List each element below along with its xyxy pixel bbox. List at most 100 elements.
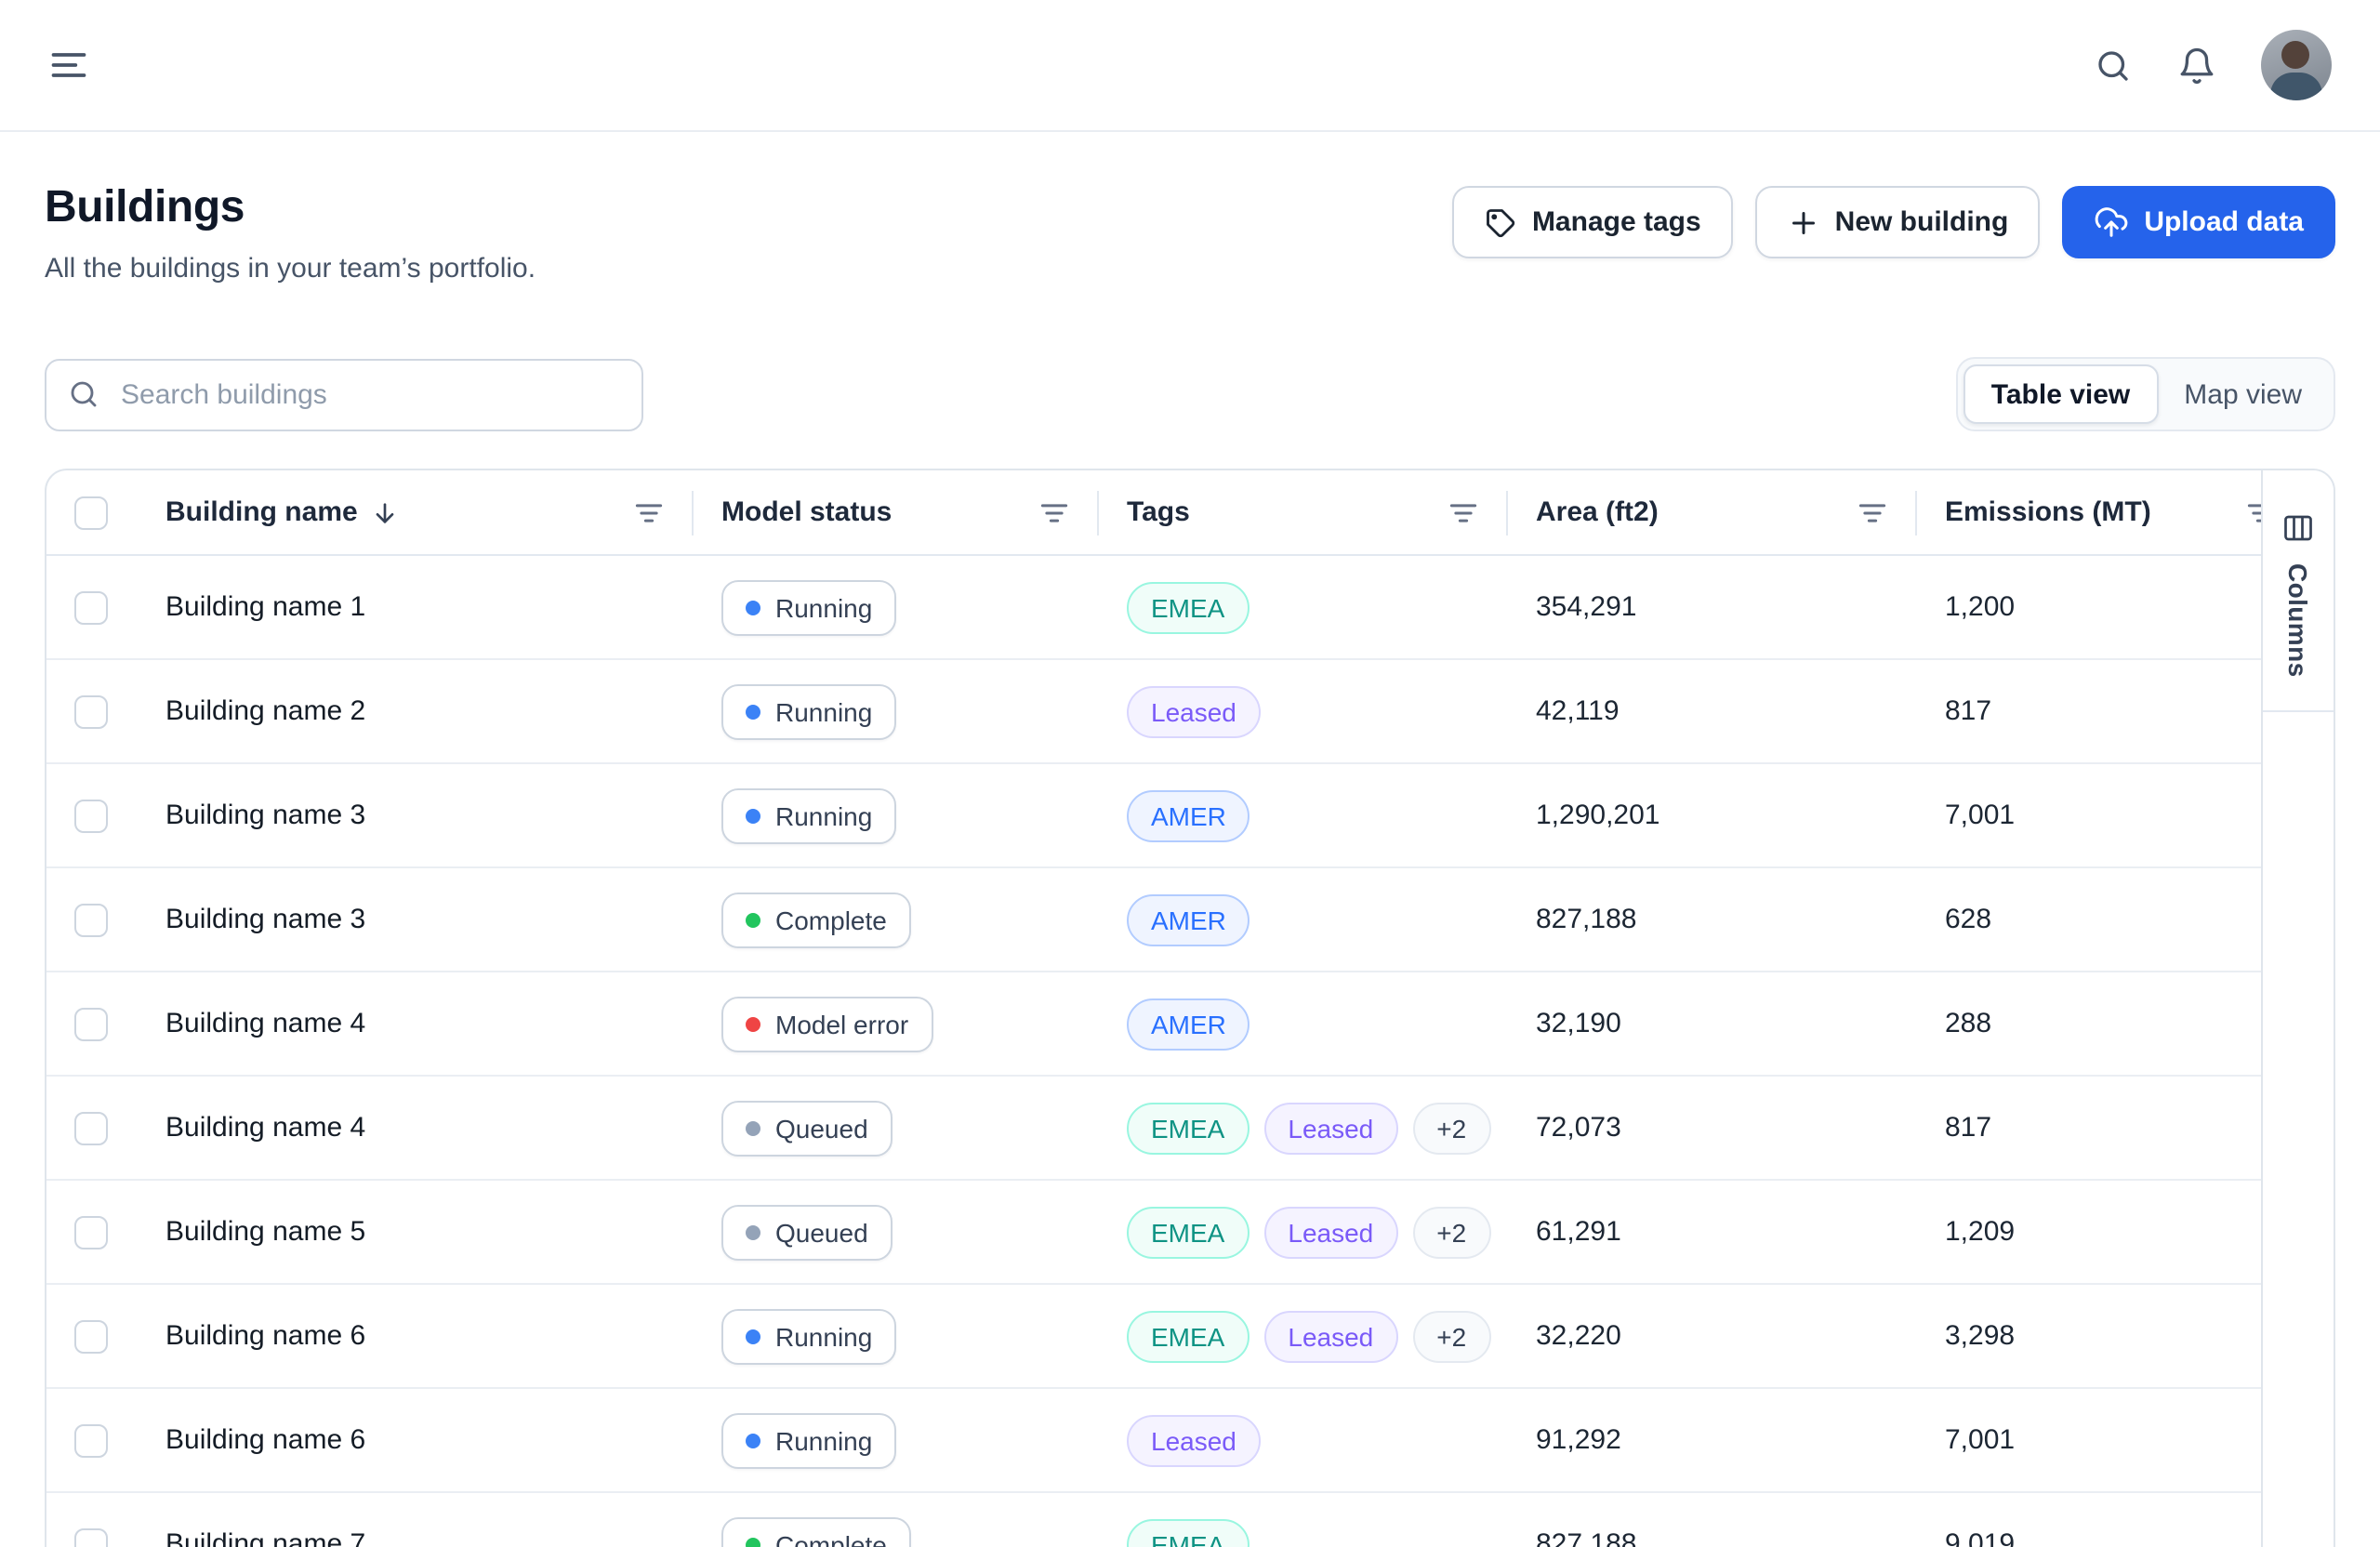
select-all-checkbox[interactable]	[74, 496, 108, 529]
search-field	[45, 358, 643, 430]
row-checkbox[interactable]	[74, 1007, 108, 1040]
row-checkbox[interactable]	[74, 1111, 108, 1144]
tags-cell: AMER	[1097, 893, 1506, 945]
emissions-cell: 817	[1915, 1112, 2261, 1144]
row-checkbox[interactable]	[74, 1423, 108, 1457]
upload-cloud-icon	[2094, 205, 2129, 240]
tags-cell: AMER	[1097, 789, 1506, 841]
status-label: Queued	[775, 1113, 868, 1143]
tags-cell: EMEALeased+2	[1097, 1206, 1506, 1258]
building-name-cell: Building name 6	[136, 1320, 692, 1352]
status-badge: Running	[721, 1308, 896, 1364]
area-cell: 61,291	[1506, 1216, 1915, 1248]
columns-button[interactable]: Columns	[2263, 470, 2334, 713]
tag-badge-amer: AMER	[1127, 789, 1250, 841]
table-row: Building name 7 Complete EMEA 827,188 9,…	[46, 1493, 2261, 1547]
header-model-status: Model status	[692, 496, 1097, 529]
row-checkbox[interactable]	[74, 903, 108, 936]
building-name-cell: Building name 4	[136, 1112, 692, 1144]
tags-cell: EMEALeased+2	[1097, 1310, 1506, 1362]
row-checkbox-cell	[46, 799, 136, 832]
status-label: Running	[775, 1321, 872, 1351]
building-name-header-label: Building name	[165, 496, 358, 528]
area-header-label: Area (ft2)	[1536, 496, 1659, 528]
tag-badge-leased: Leased	[1127, 685, 1261, 737]
emissions-value: 288	[1945, 1008, 1991, 1039]
filter-icon[interactable]	[1038, 496, 1071, 529]
sort-desc-icon[interactable]	[371, 497, 401, 527]
table-view-tab[interactable]: Table view	[1964, 364, 2159, 424]
tag-badge-emea: EMEA	[1127, 1310, 1249, 1362]
status-label: Running	[775, 696, 872, 726]
tag-badge-leased: Leased	[1263, 1206, 1397, 1258]
tag-badge-amer: AMER	[1127, 998, 1250, 1050]
row-checkbox[interactable]	[74, 1527, 108, 1547]
building-name-value: Building name 4	[165, 1008, 365, 1039]
area-value: 1,290,201	[1536, 800, 1659, 831]
model-status-cell: Running	[692, 1412, 1097, 1468]
emissions-cell: 7,001	[1915, 800, 2261, 831]
row-checkbox[interactable]	[74, 694, 108, 728]
bell-icon[interactable]	[2177, 46, 2216, 85]
manage-tags-button[interactable]: Manage tags	[1452, 186, 1733, 258]
building-name-cell: Building name 6	[136, 1424, 692, 1456]
header-emissions: Emissions (MT)	[1915, 496, 2261, 528]
row-checkbox[interactable]	[74, 1215, 108, 1249]
emissions-cell: 817	[1915, 695, 2261, 727]
building-name-cell: Building name 1	[136, 591, 692, 623]
row-checkbox[interactable]	[74, 799, 108, 832]
status-badge: Running	[721, 683, 896, 739]
tags-header-label: Tags	[1127, 496, 1190, 528]
row-checkbox[interactable]	[74, 590, 108, 624]
area-value: 32,190	[1536, 1008, 1621, 1039]
model-status-cell: Running	[692, 579, 1097, 635]
area-value: 72,073	[1536, 1112, 1621, 1144]
building-name-value: Building name 1	[165, 591, 365, 623]
building-name-cell: Building name 7	[136, 1528, 692, 1547]
building-name-value: Building name 2	[165, 695, 365, 727]
page-header: Buildings All the buildings in your team…	[45, 178, 2335, 290]
map-view-tab[interactable]: Map view	[2158, 364, 2328, 424]
status-dot-icon	[746, 1120, 760, 1135]
status-label: Running	[775, 592, 872, 622]
emissions-value: 1,209	[1945, 1216, 2015, 1248]
model-status-cell: Running	[692, 683, 1097, 739]
area-cell: 32,220	[1506, 1320, 1915, 1352]
model-status-cell: Model error	[692, 996, 1097, 1051]
building-name-value: Building name 3	[165, 904, 365, 935]
tags-cell: EMEA	[1097, 581, 1506, 633]
row-checkbox[interactable]	[74, 1319, 108, 1353]
search-input[interactable]	[45, 358, 643, 430]
row-checkbox-cell	[46, 694, 136, 728]
columns-icon	[2281, 511, 2315, 545]
columns-button-label: Columns	[2283, 563, 2313, 678]
filter-icon[interactable]	[1447, 496, 1480, 529]
status-label: Complete	[775, 905, 887, 934]
status-badge: Running	[721, 1412, 896, 1468]
emissions-cell: 628	[1915, 904, 2261, 935]
status-badge: Complete	[721, 892, 911, 947]
tag-badge-leased: Leased	[1263, 1310, 1397, 1362]
emissions-value: 3,298	[1945, 1320, 2015, 1352]
status-dot-icon	[746, 808, 760, 823]
model-status-cell: Complete	[692, 1516, 1097, 1547]
page-header-text: Buildings All the buildings in your team…	[45, 178, 536, 290]
search-icon[interactable]	[2094, 46, 2133, 85]
model-status-cell: Queued	[692, 1204, 1097, 1260]
menu-icon[interactable]	[48, 45, 89, 86]
row-checkbox-cell	[46, 1319, 136, 1353]
status-badge: Complete	[721, 1516, 911, 1547]
avatar[interactable]	[2261, 30, 2332, 100]
app-window: Buildings All the buildings in your team…	[0, 0, 2380, 1547]
filter-icon[interactable]	[632, 496, 666, 529]
emissions-value: 817	[1945, 1112, 1991, 1144]
new-building-button[interactable]: New building	[1755, 186, 2041, 258]
filter-icon[interactable]	[1856, 496, 1889, 529]
upload-data-button[interactable]: Upload data	[2062, 186, 2335, 258]
building-name-cell: Building name 3	[136, 904, 692, 935]
table-body: Building name 1 Running EMEA 354,291 1,2…	[46, 556, 2334, 1547]
header-tags: Tags	[1097, 496, 1506, 529]
header-checkbox-cell	[46, 496, 136, 529]
emissions-cell: 1,209	[1915, 1216, 2261, 1248]
building-name-value: Building name 5	[165, 1216, 365, 1248]
